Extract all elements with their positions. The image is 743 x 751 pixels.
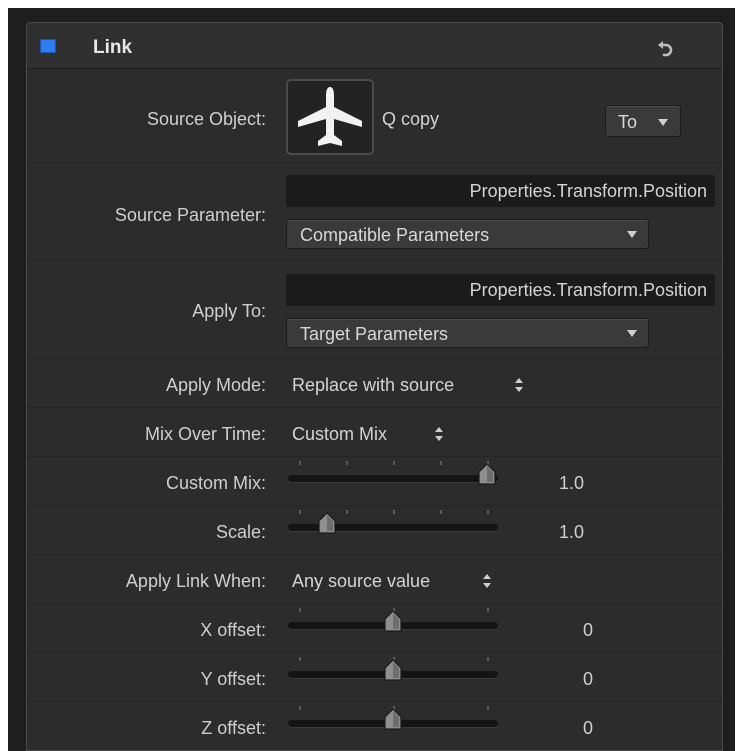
source-parameter-label: Source Parameter: [114, 205, 266, 225]
x-offset-value[interactable]: 0 [583, 620, 593, 641]
compatible-parameters-label: Compatible Parameters [300, 225, 490, 245]
apply-link-when-row: Apply Link When: Any source value [27, 555, 722, 604]
scale-row: Scale: 1.0 [27, 506, 722, 555]
mix-over-time-row: Mix Over Time: Custom Mix [27, 408, 722, 457]
apply-mode-row: Apply Mode: Replace with source [27, 359, 722, 408]
custom-mix-value[interactable]: 1.0 [559, 473, 584, 494]
reset-icon[interactable] [655, 37, 675, 59]
slider-tick [440, 461, 442, 465]
slider-thumb[interactable] [382, 659, 404, 681]
x-offset-row: X offset: 0 [27, 604, 722, 653]
slider-tick [346, 510, 348, 514]
apply-to-value: Properties.Transform.Position [469, 280, 707, 300]
chevron-down-icon [627, 231, 637, 238]
slider-tick [487, 510, 489, 514]
mix-over-time-label: Mix Over Time: [144, 424, 266, 444]
slider-tick [487, 706, 489, 710]
slider-thumb[interactable] [382, 708, 404, 730]
source-object-label: Source Object: [146, 109, 266, 129]
y-offset-label: Y offset: [200, 669, 266, 689]
panel-header: Link [27, 23, 722, 69]
apply-to-label: Apply To: [192, 301, 266, 321]
chevron-down-icon [627, 330, 637, 337]
slider-tick [299, 657, 301, 661]
z-offset-row: Z offset: 0 [27, 702, 722, 750]
source-parameter-value: Properties.Transform.Position [469, 181, 707, 201]
scale-value[interactable]: 1.0 [559, 522, 584, 543]
custom-mix-slider[interactable] [288, 461, 500, 485]
slider-thumb[interactable] [476, 463, 498, 485]
apply-to-field[interactable]: Properties.Transform.Position [286, 274, 715, 306]
slider-tick [440, 510, 442, 514]
custom-mix-label: Custom Mix: [165, 473, 266, 493]
custom-mix-row: Custom Mix: 1.0 [27, 457, 722, 506]
slider-tick [487, 657, 489, 661]
source-parameter-field[interactable]: Properties.Transform.Position [286, 175, 715, 207]
slider-tick [299, 608, 301, 612]
slider-tick [393, 461, 395, 465]
scale-slider[interactable] [288, 510, 500, 534]
slider-thumb[interactable] [316, 512, 338, 534]
x-offset-label: X offset: [200, 620, 266, 640]
slider-tick [299, 461, 301, 465]
z-offset-value[interactable]: 0 [583, 718, 593, 739]
slider-tick [487, 608, 489, 612]
enable-checkbox[interactable] [40, 39, 56, 53]
up-down-arrows-icon[interactable] [481, 573, 493, 589]
y-offset-row: Y offset: 0 [27, 653, 722, 702]
slider-thumb[interactable] [382, 610, 404, 632]
slider-tick [393, 510, 395, 514]
slider-tick [346, 461, 348, 465]
chevron-down-icon [658, 119, 668, 126]
slider-tick [299, 706, 301, 710]
airplane-icon [298, 87, 362, 146]
up-down-arrows-icon[interactable] [513, 377, 525, 393]
slider-track[interactable] [288, 475, 498, 482]
link-behavior-panel: Link Source Object: Q copy To Source Par… [26, 22, 723, 751]
mix-over-time-popup[interactable]: Custom Mix [292, 424, 387, 445]
z-offset-label: Z offset: [201, 718, 266, 738]
to-popup-label: To [618, 112, 638, 132]
panel-title: Link [93, 37, 133, 58]
apply-mode-popup[interactable]: Replace with source [292, 375, 454, 396]
up-down-arrows-icon[interactable] [433, 426, 445, 442]
target-parameters-label: Target Parameters [300, 324, 449, 344]
x-offset-slider[interactable] [288, 608, 500, 632]
apply-mode-label: Apply Mode: [165, 375, 266, 395]
source-object-well[interactable] [286, 79, 374, 155]
source-object-name: Q copy [382, 109, 440, 129]
apply-link-when-popup[interactable]: Any source value [292, 571, 430, 592]
to-popup[interactable]: To [605, 105, 681, 137]
target-parameters-popup[interactable]: Target Parameters [286, 318, 649, 348]
apply-link-when-label: Apply Link When: [125, 571, 266, 591]
compatible-parameters-popup[interactable]: Compatible Parameters [286, 219, 649, 249]
scale-label: Scale: [215, 522, 266, 542]
y-offset-slider[interactable] [288, 657, 500, 681]
z-offset-slider[interactable] [288, 706, 500, 730]
y-offset-value[interactable]: 0 [583, 669, 593, 690]
slider-tick [299, 510, 301, 514]
